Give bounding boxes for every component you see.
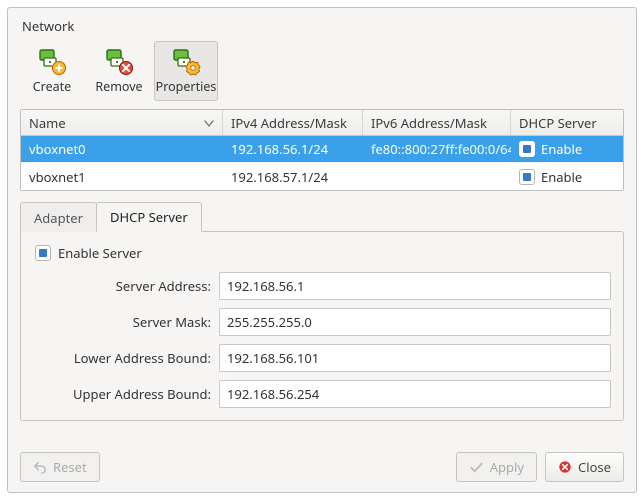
undo-icon: [33, 460, 47, 474]
cell-dhcp: Enable: [511, 136, 623, 162]
toolbar: Create Remove: [20, 41, 624, 101]
dhcp-enable-checkbox[interactable]: [519, 169, 535, 185]
column-header-name[interactable]: Name: [21, 110, 223, 135]
tab-adapter[interactable]: Adapter: [20, 202, 97, 232]
dhcp-enable-label: Enable: [541, 168, 582, 186]
enable-server-label: Enable Server: [58, 244, 142, 262]
close-icon: [558, 460, 572, 474]
table-row[interactable]: vboxnet0192.168.56.1/24fe80::800:27ff:fe…: [21, 136, 623, 163]
dhcp-enable-label: Enable: [541, 140, 582, 158]
cell-ipv6: fe80::800:27ff:fe00:0/64: [363, 136, 511, 162]
enable-server-checkbox[interactable]: [35, 245, 51, 261]
lower-bound-label: Lower Address Bound:: [33, 349, 211, 367]
upper-bound-input[interactable]: [219, 380, 611, 408]
cell-name: vboxnet0: [21, 136, 223, 162]
column-header-name-label: Name: [29, 114, 66, 132]
column-header-dhcp-label: DHCP Server: [519, 114, 597, 132]
remove-network-icon: [103, 46, 135, 78]
server-address-label: Server Address:: [33, 277, 211, 295]
create-button[interactable]: Create: [20, 41, 84, 101]
check-icon: [469, 460, 484, 475]
upper-bound-label: Upper Address Bound:: [33, 385, 211, 403]
tab-panel-dhcp: Enable Server Server Address: Server Mas…: [20, 231, 624, 421]
section-title: Network: [22, 17, 624, 35]
table-row[interactable]: vboxnet1192.168.57.1/24 Enable: [21, 163, 623, 190]
column-header-dhcp[interactable]: DHCP Server: [511, 110, 623, 135]
remove-button-label: Remove: [95, 80, 142, 94]
server-mask-label: Server Mask:: [33, 313, 211, 331]
table-header-row: Name IPv4 Address/Mask IPv6 Address/Mask…: [21, 110, 623, 136]
cell-name: vboxnet1: [21, 163, 223, 190]
cell-ipv6: [363, 163, 511, 190]
dialog-footer: Reset Apply Close: [20, 442, 624, 482]
apply-button-label: Apply: [490, 458, 524, 476]
properties-button-label: Properties: [156, 80, 217, 94]
close-button[interactable]: Close: [545, 452, 624, 482]
server-mask-input[interactable]: [219, 308, 611, 336]
column-header-ipv6-label: IPv6 Address/Mask: [371, 114, 487, 132]
tab-bar: Adapter DHCP Server: [20, 202, 624, 232]
properties-network-icon: [170, 46, 202, 78]
column-header-ipv4[interactable]: IPv4 Address/Mask: [223, 110, 363, 135]
server-address-input[interactable]: [219, 272, 611, 300]
column-header-ipv6[interactable]: IPv6 Address/Mask: [363, 110, 511, 135]
apply-button[interactable]: Apply: [456, 452, 537, 482]
create-button-label: Create: [33, 80, 71, 94]
sort-indicator-icon: [204, 118, 214, 128]
remove-button[interactable]: Remove: [87, 41, 151, 101]
lower-bound-input[interactable]: [219, 344, 611, 372]
create-network-icon: [36, 46, 68, 78]
reset-button-label: Reset: [53, 458, 87, 476]
properties-button[interactable]: Properties: [154, 41, 218, 101]
dhcp-enable-checkbox[interactable]: [519, 141, 535, 157]
tab-dhcp-server[interactable]: DHCP Server: [96, 202, 202, 232]
cell-ipv4: 192.168.56.1/24: [223, 136, 363, 162]
networks-table: Name IPv4 Address/Mask IPv6 Address/Mask…: [20, 109, 624, 191]
column-header-ipv4-label: IPv4 Address/Mask: [231, 114, 347, 132]
reset-button[interactable]: Reset: [20, 452, 100, 482]
close-button-label: Close: [578, 458, 611, 476]
cell-dhcp: Enable: [511, 163, 623, 190]
cell-ipv4: 192.168.57.1/24: [223, 163, 363, 190]
